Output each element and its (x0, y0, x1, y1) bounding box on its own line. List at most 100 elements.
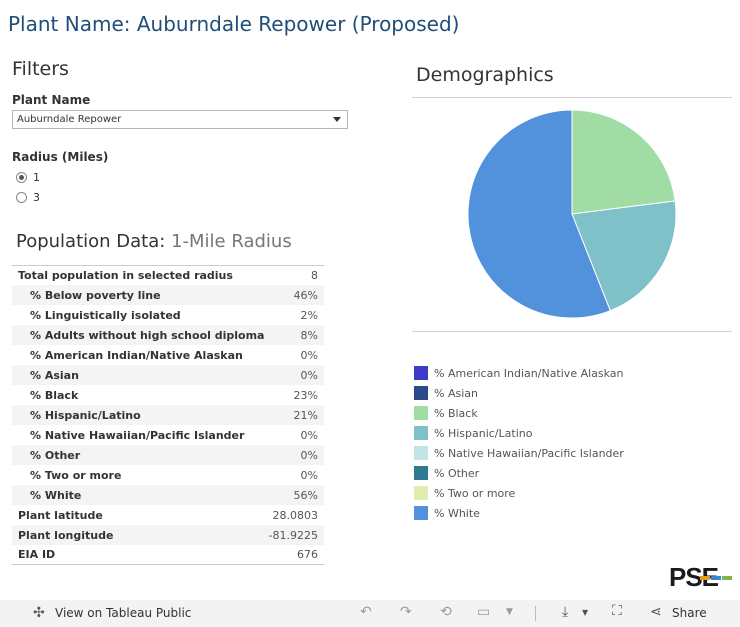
undo-icon[interactable]: ↶ (360, 604, 372, 620)
table-row[interactable]: EIA ID 676 (12, 545, 324, 565)
radio-selected-icon[interactable] (16, 172, 27, 183)
table-row[interactable]: % Linguistically isolated 2% (12, 305, 324, 325)
table-row[interactable]: % Two or more 0% (12, 465, 324, 485)
row-value: 46% (293, 288, 318, 302)
legend-item[interactable]: % Black (414, 403, 624, 423)
row-value: 0% (300, 468, 318, 482)
row-label: Plant latitude (18, 508, 103, 522)
legend-item[interactable]: % White (414, 503, 624, 523)
row-label: Plant longitude (18, 528, 114, 542)
download-icon[interactable]: ⤓ (562, 604, 568, 620)
table-row[interactable]: % Black 23% (12, 385, 324, 405)
radius-option-1[interactable]: 1 (16, 171, 40, 184)
row-label: % Asian (30, 368, 79, 382)
share-button[interactable]: Share (672, 606, 707, 620)
divider (412, 331, 732, 332)
pie-slice-black[interactable] (571, 109, 676, 215)
legend-item[interactable]: % American Indian/Native Alaskan (414, 363, 624, 383)
table-row[interactable]: % Hispanic/Latino 21% (12, 405, 324, 425)
radius-option-3[interactable]: 3 (16, 191, 40, 204)
table-row[interactable]: % Asian 0% (12, 365, 324, 385)
legend-label: % Native Hawaiian/Pacific Islander (434, 446, 624, 460)
row-label: % White (30, 488, 82, 502)
fullscreen-icon[interactable]: ⛶ (612, 603, 622, 619)
row-label: % Other (30, 448, 81, 462)
page-title: Plant Name: Auburndale Repower (Proposed… (8, 12, 460, 36)
table-row[interactable]: Plant longitude -81.9225 (12, 525, 324, 545)
legend-label: % Two or more (434, 486, 516, 500)
tableau-logo-icon[interactable]: ✣ (33, 605, 45, 621)
row-label: EIA ID (18, 548, 56, 561)
row-value: 0% (300, 348, 318, 362)
row-value: 21% (293, 408, 318, 422)
row-value: 8% (300, 328, 318, 342)
divider (412, 97, 732, 98)
view-on-tableau-link[interactable]: View on Tableau Public (55, 606, 191, 620)
row-value: 23% (293, 388, 318, 402)
download-dropdown-icon[interactable]: ▼ (582, 608, 588, 617)
legend-item[interactable]: % Asian (414, 383, 624, 403)
legend-swatch (414, 446, 428, 460)
plant-name-dropdown[interactable]: Auburndale Repower (12, 110, 348, 129)
table-row[interactable]: Plant latitude 28.0803 (12, 505, 324, 525)
row-label: % Hispanic/Latino (30, 408, 141, 422)
row-label: % Adults without high school diploma (30, 328, 265, 342)
legend-swatch (414, 406, 428, 420)
revert-icon[interactable]: ⟲ (440, 604, 452, 620)
pse-logo-accent (700, 576, 732, 580)
demographics-legend: % American Indian/Native Alaskan % Asian%… (414, 363, 624, 523)
table-row[interactable]: % White 56% (12, 485, 324, 505)
legend-swatch (414, 506, 428, 520)
row-value: 676 (297, 548, 318, 561)
redo-icon[interactable]: ↷ (400, 604, 412, 620)
tableau-toolbar: ✣ View on Tableau Public ↶ ↷ ⟲ ▭ ▼ ⤓ ▼ ⛶… (0, 600, 740, 627)
table-row[interactable]: % Native Hawaiian/Pacific Islander 0% (12, 425, 324, 445)
legend-item[interactable]: % Other (414, 463, 624, 483)
demographics-pie-chart[interactable] (466, 108, 678, 320)
radius-option-label: 1 (33, 171, 40, 184)
row-value: 0% (300, 368, 318, 382)
legend-swatch (414, 366, 428, 380)
radius-option-label: 3 (33, 191, 40, 204)
filters-heading: Filters (12, 58, 69, 80)
population-table: Total population in selected radius 8 % Be… (12, 265, 324, 565)
row-value: 8 (311, 269, 318, 282)
legend-label: % Black (434, 406, 478, 420)
row-value: 0% (300, 448, 318, 462)
legend-swatch (414, 466, 428, 480)
radius-label: Radius (Miles) (12, 150, 109, 164)
demographics-heading: Demographics (416, 64, 554, 86)
pause-dropdown-icon[interactable]: ▼ (506, 607, 513, 617)
legend-swatch (414, 426, 428, 440)
table-row[interactable]: Total population in selected radius 8 (12, 265, 324, 285)
plant-name-label: Plant Name (12, 93, 91, 107)
share-icon[interactable]: ⋖ (650, 604, 662, 620)
row-value: -81.9225 (268, 528, 318, 542)
legend-item[interactable]: % Hispanic/Latino (414, 423, 624, 443)
table-row[interactable]: % American Indian/Native Alaskan 0% (12, 345, 324, 365)
table-row[interactable]: % Below poverty line 46% (12, 285, 324, 305)
table-row[interactable]: % Adults without high school diploma 8% (12, 325, 324, 345)
row-value: 28.0803 (272, 508, 319, 522)
row-label: Total population in selected radius (18, 269, 233, 282)
row-label: % American Indian/Native Alaskan (30, 348, 243, 362)
row-value: 2% (300, 308, 318, 322)
row-value: 0% (300, 428, 318, 442)
row-label: % Two or more (30, 468, 122, 482)
plant-name-selected-value: Auburndale Repower (17, 114, 122, 125)
pause-icon[interactable]: ▭ (477, 604, 490, 620)
legend-label: % Other (434, 466, 480, 480)
row-label: % Black (30, 388, 79, 402)
legend-swatch (414, 486, 428, 500)
toolbar-divider (535, 606, 536, 621)
legend-label: % Hispanic/Latino (434, 426, 533, 440)
radio-unselected-icon[interactable] (16, 192, 27, 203)
legend-item[interactable]: % Native Hawaiian/Pacific Islander (414, 443, 624, 463)
row-label: % Below poverty line (30, 288, 161, 302)
row-label: % Native Hawaiian/Pacific Islander (30, 428, 245, 442)
legend-item[interactable]: % Two or more (414, 483, 624, 503)
row-label: % Linguistically isolated (30, 308, 181, 322)
legend-swatch (414, 386, 428, 400)
population-heading: Population Data: 1-Mile Radius (16, 231, 292, 252)
table-row[interactable]: % Other 0% (12, 445, 324, 465)
